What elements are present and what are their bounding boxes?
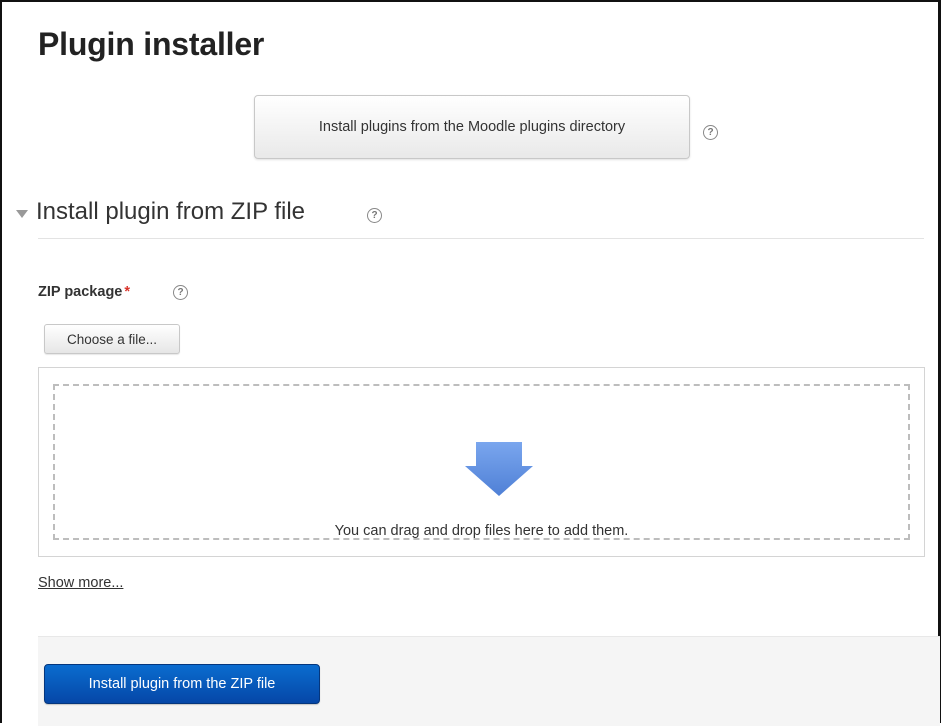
choose-file-label: Choose a file... xyxy=(66,331,158,347)
help-icon[interactable]: ? xyxy=(367,208,382,223)
triangle-down-icon[interactable] xyxy=(16,209,28,218)
dropzone-text: You can drag and drop files here to add … xyxy=(334,523,629,539)
zip-package-label-text: ZIP package xyxy=(38,284,123,300)
section-divider xyxy=(38,238,924,239)
section-title: Install plugin from ZIP file xyxy=(36,198,306,225)
choose-file-button[interactable]: Choose a file... xyxy=(44,324,180,354)
install-plugin-zip-button[interactable]: Install plugin from the ZIP file xyxy=(44,664,320,704)
show-more-link[interactable]: Show more... xyxy=(38,575,123,591)
download-arrow-icon xyxy=(465,442,533,496)
install-from-directory-button[interactable]: Install plugins from the Moodle plugins … xyxy=(254,95,690,159)
help-icon[interactable]: ? xyxy=(173,285,188,300)
dropzone-dashed-area[interactable]: You can drag and drop files here to add … xyxy=(53,384,910,540)
install-from-directory-label: Install plugins from the Moodle plugins … xyxy=(318,119,626,135)
required-marker: * xyxy=(124,284,131,300)
file-dropzone[interactable]: You can drag and drop files here to add … xyxy=(38,367,925,557)
help-icon[interactable]: ? xyxy=(703,125,718,140)
install-plugin-zip-label: Install plugin from the ZIP file xyxy=(88,676,276,692)
zip-package-label: ZIP package * xyxy=(38,284,130,300)
section-header[interactable]: Install plugin from ZIP file xyxy=(16,198,305,226)
page-frame: Plugin installer Install plugins from th… xyxy=(0,0,941,726)
page-title: Plugin installer xyxy=(38,26,265,62)
